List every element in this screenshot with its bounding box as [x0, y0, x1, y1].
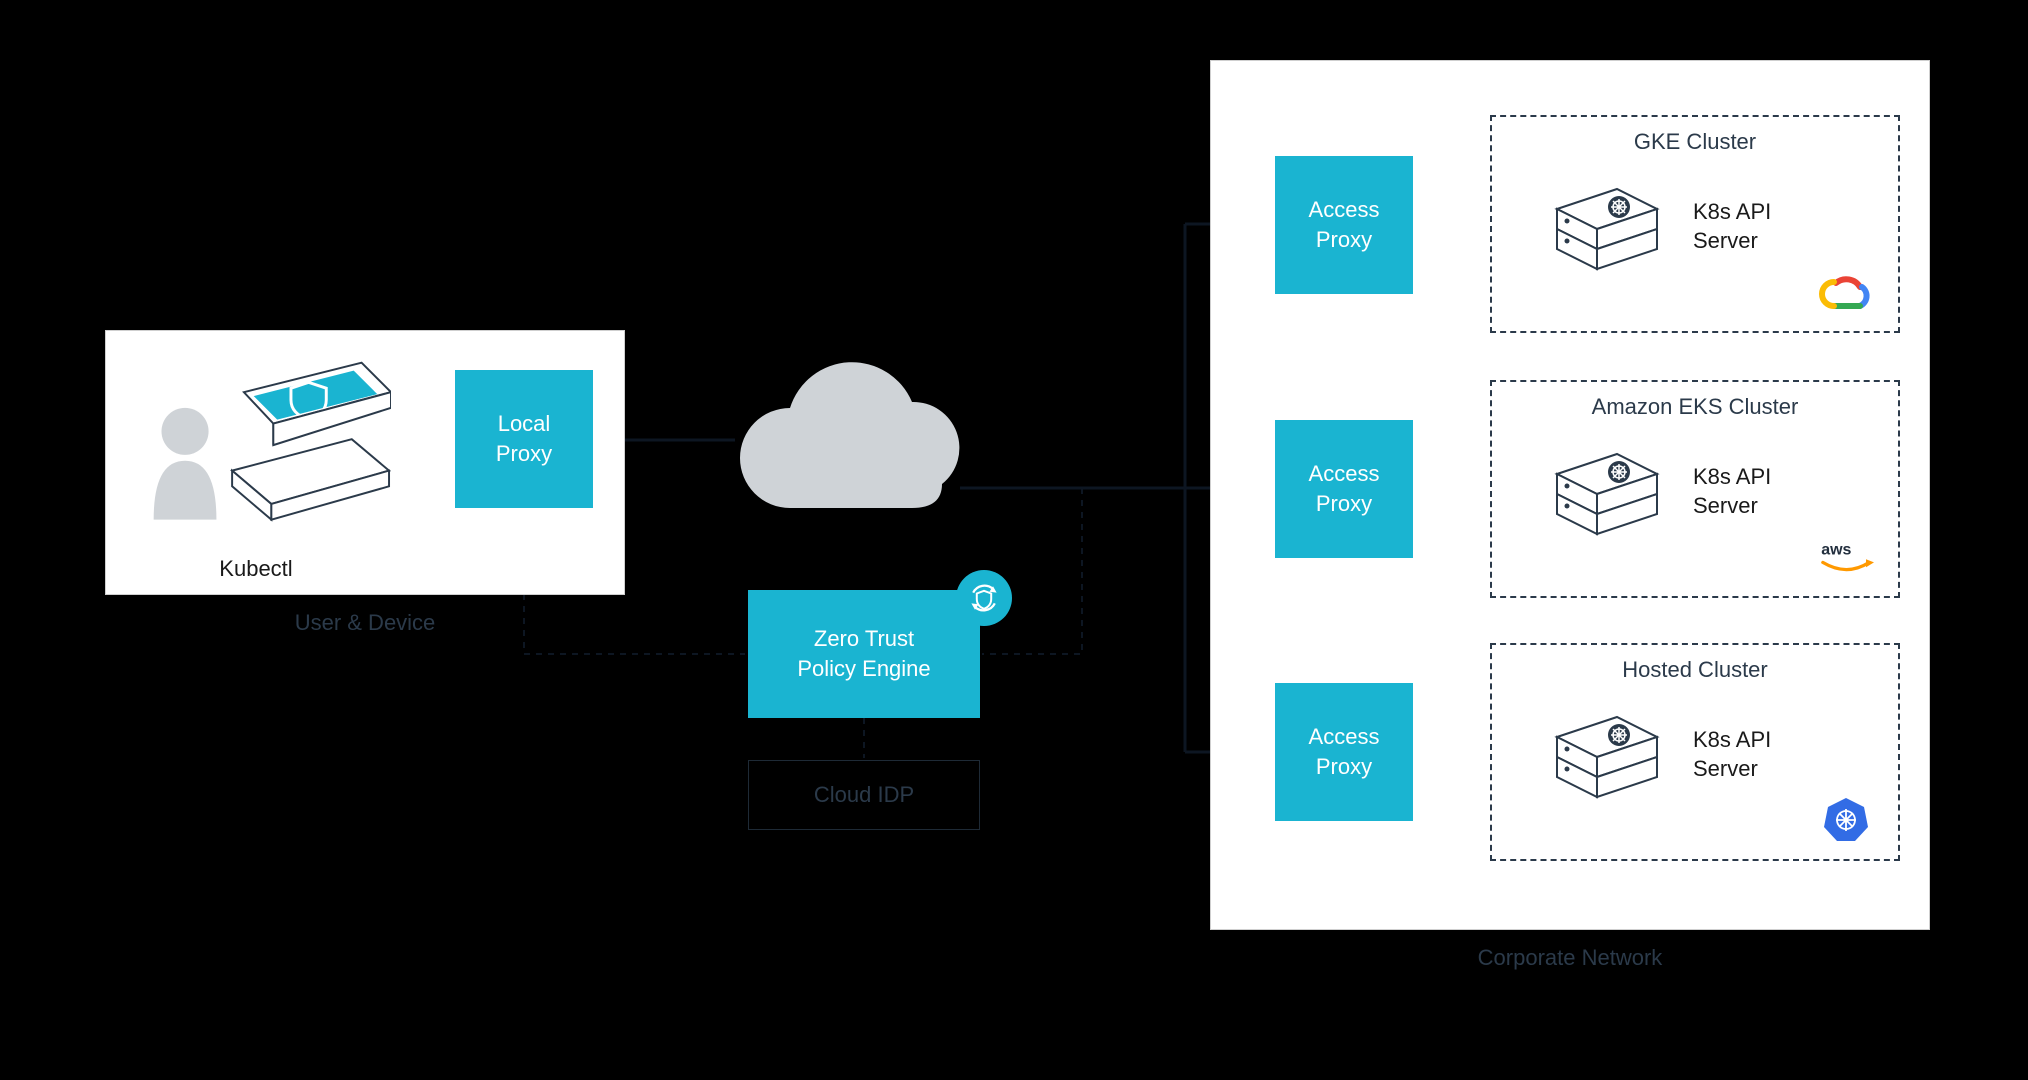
- user-device-panel-label: User & Device: [105, 610, 625, 636]
- user-laptop-illustration: [136, 351, 391, 551]
- cluster-title: Hosted Cluster: [1492, 657, 1898, 683]
- cloud-idp-label: Cloud IDP: [814, 782, 914, 808]
- cloud-idp-node: Cloud IDP: [748, 760, 980, 830]
- policy-engine-label: Zero Trust Policy Engine: [797, 624, 930, 683]
- kubectl-label: Kubectl: [156, 556, 356, 582]
- server-icon: [1547, 707, 1667, 803]
- server-icon: [1547, 179, 1667, 275]
- architecture-diagram: Kubectl User & Device Local Proxy Zero T…: [0, 0, 2028, 1080]
- api-server-label: K8s API Server: [1693, 463, 1771, 520]
- api-server-label: K8s API Server: [1693, 726, 1771, 783]
- cluster-title: Amazon EKS Cluster: [1492, 394, 1898, 420]
- corporate-network-label: Corporate Network: [1210, 945, 1930, 971]
- cluster-hosted: Hosted Cluster K8s API Server: [1490, 643, 1900, 861]
- access-proxy-node-3: Access Proxy: [1275, 683, 1413, 821]
- access-proxy-label: Access Proxy: [1309, 195, 1380, 254]
- access-proxy-node-1: Access Proxy: [1275, 156, 1413, 294]
- internet-cloud-icon: [720, 358, 980, 528]
- api-server-label: K8s API Server: [1693, 198, 1771, 255]
- local-proxy-label: Local Proxy: [496, 409, 552, 468]
- laptop-icon: [136, 351, 391, 551]
- sync-shield-icon: [956, 570, 1012, 626]
- access-proxy-label: Access Proxy: [1309, 459, 1380, 518]
- cluster-eks: Amazon EKS Cluster K8s API Server aw: [1490, 380, 1900, 598]
- kubernetes-icon: [1818, 795, 1874, 843]
- aws-icon: aws: [1818, 532, 1874, 580]
- local-proxy-node: Local Proxy: [455, 370, 593, 508]
- cluster-title: GKE Cluster: [1492, 129, 1898, 155]
- access-proxy-label: Access Proxy: [1309, 722, 1380, 781]
- cluster-gke: GKE Cluster K8s API Server: [1490, 115, 1900, 333]
- server-icon: [1547, 444, 1667, 540]
- svg-text:aws: aws: [1821, 541, 1851, 558]
- gcp-icon: [1818, 267, 1874, 315]
- zero-trust-policy-engine-node: Zero Trust Policy Engine: [748, 590, 980, 718]
- access-proxy-node-2: Access Proxy: [1275, 420, 1413, 558]
